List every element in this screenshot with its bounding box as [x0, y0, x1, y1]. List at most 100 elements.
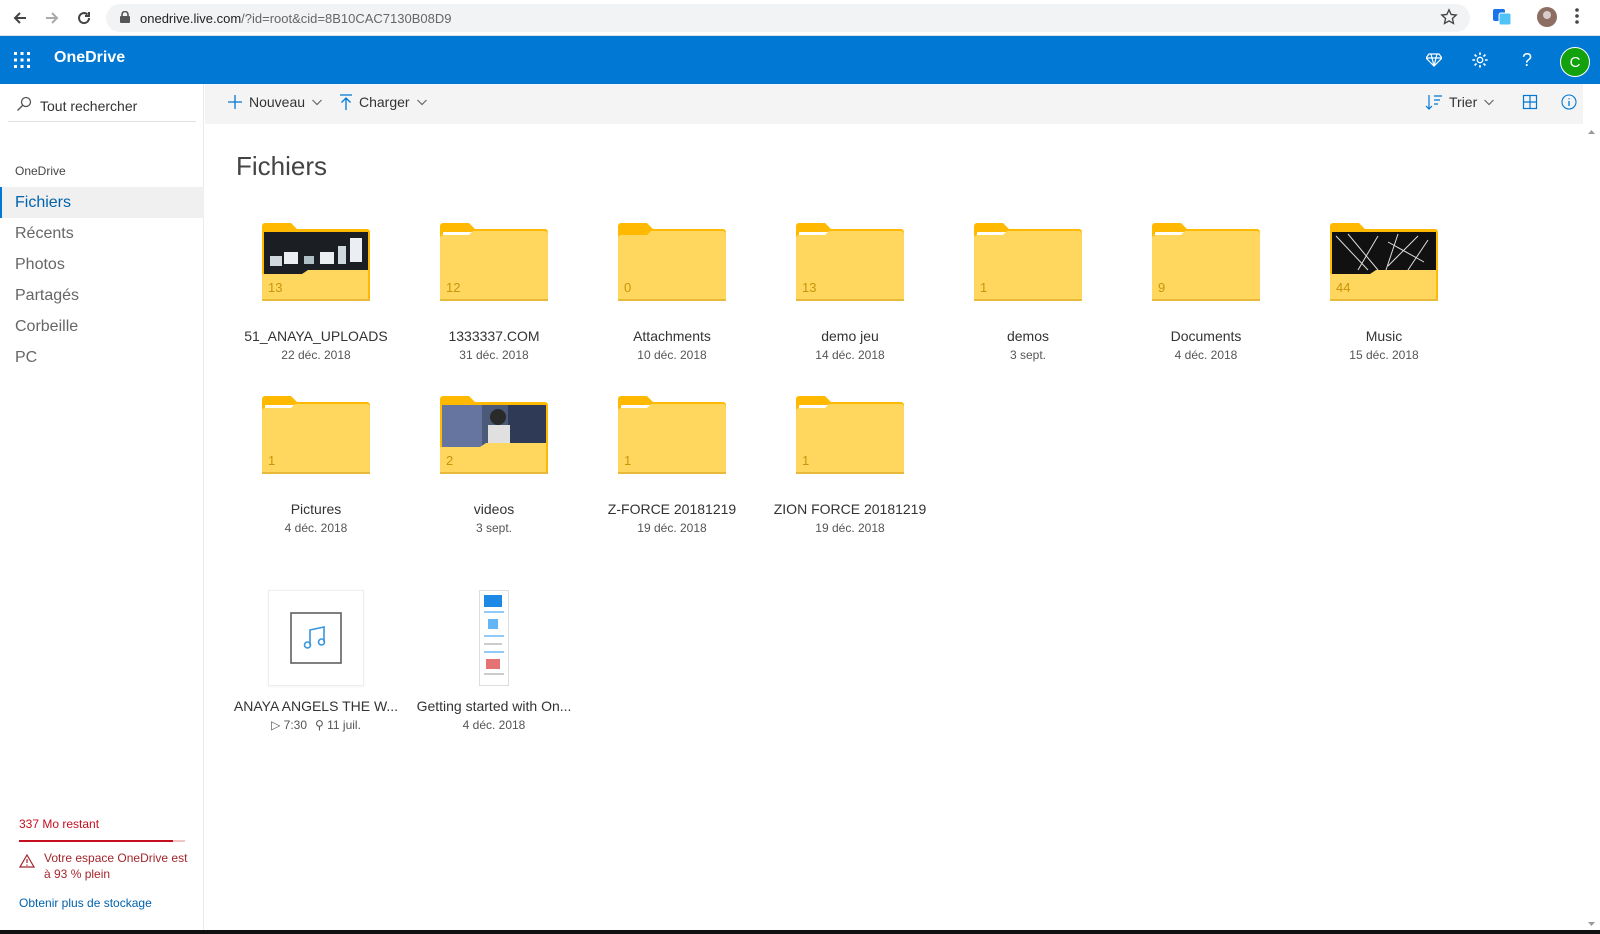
- folder-tile[interactable]: 13 51_ANAYA_UPLOADS 22 déc. 2018: [225, 222, 407, 362]
- folder-date: 15 déc. 2018: [1349, 348, 1419, 362]
- storage-bar: [19, 840, 185, 842]
- music-note-icon: [290, 612, 342, 664]
- folder-item-count: 1: [624, 453, 632, 468]
- folder-name: videos: [473, 501, 515, 517]
- file-date: 11 juil.: [327, 718, 361, 732]
- view-grid-icon[interactable]: [1522, 94, 1538, 110]
- folder-item-count: 1: [268, 453, 276, 468]
- scroll-up-icon: [1588, 130, 1595, 134]
- info-pane-icon[interactable]: [1561, 94, 1577, 110]
- extension-translate-icon[interactable]: [1492, 6, 1512, 31]
- folder-icon: 1: [794, 395, 906, 475]
- folder-tile[interactable]: 1 demos 3 sept.: [937, 222, 1119, 362]
- folder-name: demos: [1006, 328, 1050, 344]
- chevron-down-icon: [416, 96, 428, 108]
- folder-name: Z-FORCE 20181219: [607, 501, 737, 517]
- settings-gear-icon[interactable]: [1468, 48, 1492, 72]
- file-name: Getting started with On...: [416, 698, 572, 714]
- folder-tile[interactable]: 9 Documents 4 déc. 2018: [1115, 222, 1297, 362]
- search-box[interactable]: Tout rechercher: [8, 90, 196, 122]
- folder-item-count: 1: [980, 280, 988, 295]
- profile-icon[interactable]: [1536, 6, 1558, 33]
- scrollbar[interactable]: [1583, 124, 1600, 932]
- folder-name: Attachments: [633, 328, 711, 344]
- storage-warning: Votre espace OneDrive est à 93 % plein: [19, 850, 189, 882]
- folder-tile[interactable]: 2 videos 3 sept.: [403, 395, 585, 535]
- sort-button[interactable]: Trier: [1425, 94, 1495, 110]
- folder-name: demo jeu: [821, 328, 879, 344]
- folder-tile[interactable]: 0 Attachments 10 déc. 2018: [581, 222, 763, 362]
- lock-icon: [120, 10, 130, 26]
- folder-item-count: 13: [268, 280, 283, 295]
- address-bar[interactable]: onedrive.live.com/?id=root&cid=8B10CAC71…: [106, 4, 1470, 32]
- folder-icon: 13: [260, 222, 372, 302]
- forward-icon[interactable]: [36, 2, 68, 34]
- document-thumbnail: [479, 590, 509, 686]
- back-icon[interactable]: [4, 2, 36, 34]
- folder-icon: 1: [260, 395, 372, 475]
- get-more-storage-link[interactable]: Obtenir plus de stockage: [19, 896, 189, 910]
- upload-arrow-icon: [339, 94, 353, 110]
- sidebar-item-fichiers[interactable]: Fichiers: [0, 187, 204, 218]
- sidebar-item-corbeille[interactable]: Corbeille: [0, 311, 204, 342]
- url-host: onedrive.live.com: [140, 10, 242, 26]
- account-avatar[interactable]: C: [1560, 47, 1590, 77]
- sidebar-nav: Fichiers Récents Photos Partagés Corbeil…: [0, 187, 204, 373]
- folder-name: Documents: [1170, 328, 1242, 344]
- sidebar-item-recents[interactable]: Récents: [0, 218, 204, 249]
- browser-menu-icon[interactable]: [1574, 6, 1580, 31]
- folder-date: 4 déc. 2018: [1174, 348, 1238, 362]
- premium-diamond-icon[interactable]: [1422, 48, 1446, 72]
- search-icon: [16, 96, 32, 115]
- bookmark-star-icon[interactable]: [1440, 8, 1458, 29]
- storage-bar-fill: [19, 840, 174, 842]
- folder-icon: 13: [794, 222, 906, 302]
- plus-icon: [227, 94, 243, 110]
- file-meta: ▷ 7:30 ⚲ 11 juil.: [225, 718, 407, 732]
- upload-button[interactable]: Charger: [339, 94, 428, 110]
- file-tile[interactable]: ANAYA ANGELS THE W... ▷ 7:30 ⚲ 11 juil.: [225, 590, 407, 732]
- page-title: Fichiers: [236, 151, 328, 181]
- reload-icon[interactable]: [68, 2, 100, 34]
- folder-tile[interactable]: 12 1333337.COM 31 déc. 2018: [403, 222, 585, 362]
- new-button-label: Nouveau: [249, 94, 306, 110]
- file-tile[interactable]: Getting started with On... 4 déc. 2018: [403, 590, 585, 732]
- folder-icon: 9: [1150, 222, 1262, 302]
- folder-date: 19 déc. 2018: [637, 521, 707, 535]
- folder-tile[interactable]: 44 Music 15 déc. 2018: [1293, 222, 1475, 362]
- file-duration: 7:30: [283, 718, 307, 732]
- search-placeholder: Tout rechercher: [40, 97, 138, 114]
- folder-item-count: 13: [802, 280, 817, 295]
- folder-icon: 2: [438, 395, 550, 475]
- chevron-down-icon: [311, 96, 323, 108]
- storage-panel: 337 Mo restant Votre espace OneDrive est…: [19, 817, 189, 910]
- url-path: /?id=root&cid=8B10CAC7130B08D9: [241, 10, 452, 26]
- folder-tile[interactable]: 1 Pictures 4 déc. 2018: [225, 395, 407, 535]
- audio-file-thumbnail: [268, 590, 364, 686]
- folder-icon: 0: [616, 222, 728, 302]
- folder-tile[interactable]: 1 Z-FORCE 20181219 19 déc. 2018: [581, 395, 763, 535]
- folder-item-count: 9: [1158, 280, 1166, 295]
- folder-date: 10 déc. 2018: [637, 348, 707, 362]
- app-launcher-icon[interactable]: [12, 50, 32, 70]
- app-header: OneDrive ? C: [0, 36, 1600, 84]
- folder-icon: 12: [438, 222, 550, 302]
- sidebar-item-photos[interactable]: Photos: [0, 249, 204, 280]
- file-name: ANAYA ANGELS THE W...: [233, 698, 399, 714]
- shared-user-icon: ⚲ 11 juil.: [315, 718, 361, 732]
- storage-remaining: 337 Mo restant: [19, 817, 100, 831]
- help-icon[interactable]: ?: [1515, 48, 1539, 72]
- new-button[interactable]: Nouveau: [227, 94, 323, 110]
- folder-tile[interactable]: 13 demo jeu 14 déc. 2018: [759, 222, 941, 362]
- sidebar-item-partages[interactable]: Partagés: [0, 280, 204, 311]
- folder-date: 3 sept.: [475, 521, 513, 535]
- warning-icon: [19, 854, 35, 868]
- folder-date: 19 déc. 2018: [815, 521, 885, 535]
- app-title[interactable]: OneDrive: [54, 49, 125, 67]
- sidebar-item-pc[interactable]: PC: [0, 342, 204, 373]
- command-bar: Nouveau Charger Trier: [205, 84, 1583, 124]
- folder-tile[interactable]: 1 ZION FORCE 20181219 19 déc. 2018: [759, 395, 941, 535]
- folder-item-count: 1: [802, 453, 810, 468]
- folder-name: ZION FORCE 20181219: [773, 501, 927, 517]
- play-icon: ▷ 7:30: [271, 718, 307, 732]
